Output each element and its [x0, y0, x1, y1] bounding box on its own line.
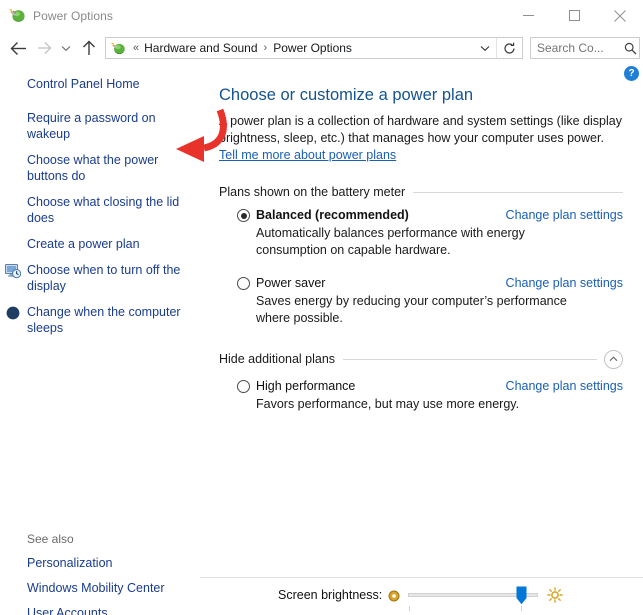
back-icon[interactable] [4, 34, 32, 62]
plan-high-performance[interactable]: High performance Change plan settings Fa… [237, 379, 623, 413]
sidebar-item-control-panel-home[interactable]: Control Panel Home [0, 76, 208, 92]
power-options-icon [9, 7, 26, 24]
plan-row: Balanced (recommended) Change plan setti… [237, 208, 623, 223]
breadcrumb-power-options-icon [111, 41, 126, 56]
section-header-battery-meter: Plans shown on the battery meter [219, 185, 623, 199]
address-bar[interactable]: « Hardware and Sound › Power Options [105, 37, 523, 59]
change-plan-settings-link-high-performance[interactable]: Change plan settings [506, 379, 623, 394]
change-plan-settings-link-balanced[interactable]: Change plan settings [506, 208, 623, 223]
radio-balanced[interactable] [237, 209, 250, 222]
plan-name: Power saver [256, 276, 326, 290]
power-options-window: Power Options « Hardware and Sound › Pow… [0, 0, 643, 615]
moon-sleep-icon [5, 305, 21, 321]
section-label: Plans shown on the battery meter [219, 185, 406, 199]
refresh-icon[interactable] [496, 38, 522, 58]
page-description-text: A power plan is a collection of hardware… [219, 114, 622, 145]
monitor-clock-icon [5, 263, 22, 279]
screen-brightness-label: Screen brightness: [278, 588, 383, 602]
radio-high-performance[interactable] [237, 380, 250, 393]
address-chevron-down-icon[interactable] [474, 38, 496, 58]
recent-locations-chevron-down-icon[interactable] [56, 34, 76, 62]
section-divider [343, 358, 597, 360]
sidebar-item-personalization[interactable]: Personalization [0, 555, 208, 571]
breadcrumb-separator-icon[interactable]: › [260, 42, 272, 54]
see-also-section: See also Personalization Windows Mobilit… [0, 532, 208, 615]
plan-power-saver[interactable]: Power saver Change plan settings Saves e… [237, 276, 623, 327]
sidebar-item-create-a-power-plan[interactable]: Create a power plan [0, 236, 208, 252]
sidebar-item-choose-when-to-turn-off-display[interactable]: Choose when to turn off the display [0, 262, 208, 294]
sidebar-item-choose-what-closing-lid-does[interactable]: Choose what closing the lid does [0, 194, 208, 226]
breadcrumb-item-power-options[interactable]: Power Options [271, 40, 354, 56]
change-plan-settings-link-power-saver[interactable]: Change plan settings [506, 276, 623, 291]
sidebar: Control Panel Home Require a password on… [0, 76, 208, 346]
brightness-high-icon [547, 587, 564, 603]
screen-brightness-control: Screen brightness: [278, 586, 564, 611]
plan-description: Favors performance, but may use more ene… [256, 397, 520, 411]
help-icon[interactable]: ? [624, 66, 639, 81]
plan-row: High performance Change plan settings [237, 379, 623, 394]
sidebar-item-change-when-computer-sleeps[interactable]: Change when the computer sleeps [0, 304, 208, 336]
tell-me-more-link[interactable]: Tell me more about power plans [219, 148, 396, 162]
plan-balanced[interactable]: Balanced (recommended) Change plan setti… [237, 208, 623, 259]
radio-power-saver[interactable] [237, 277, 250, 290]
breadcrumb-item-hardware-and-sound[interactable]: Hardware and Sound [142, 40, 259, 56]
sidebar-item-user-accounts[interactable]: User Accounts [0, 605, 208, 615]
search-box[interactable] [530, 37, 640, 59]
page-title: Choose or customize a power plan [219, 86, 474, 104]
plan-description: Saves energy by reducing your computer’s… [256, 294, 567, 325]
see-also-title: See also [27, 532, 74, 546]
brightness-low-icon [388, 589, 400, 602]
window-controls [505, 0, 643, 31]
main-content: Choose or customize a power plan A power… [219, 84, 623, 417]
slider-thumb[interactable] [516, 586, 527, 605]
plan-row: Power saver Change plan settings [237, 276, 623, 291]
plan-name: Balanced (recommended) [256, 208, 409, 222]
minimize-button[interactable] [505, 0, 551, 31]
plan-name: High performance [256, 379, 356, 393]
navigation-bar: « Hardware and Sound › Power Options [0, 33, 643, 63]
sidebar-item-windows-mobility-center[interactable]: Windows Mobility Center [0, 580, 208, 596]
search-icon[interactable] [621, 42, 639, 55]
sidebar-item-label: Change when the computer sleeps [27, 305, 181, 335]
section-header-additional-plans: Hide additional plans [219, 349, 623, 369]
forward-icon[interactable] [32, 34, 56, 62]
slider-tick-min [409, 606, 411, 611]
window-title: Power Options [33, 8, 114, 23]
section-divider [413, 191, 623, 193]
chevron-up-icon[interactable] [604, 349, 623, 369]
sidebar-item-require-password-on-wakeup[interactable]: Require a password on wakeup [0, 110, 208, 142]
plan-description: Automatically balances performance with … [256, 226, 525, 257]
search-input[interactable] [537, 41, 621, 55]
maximize-button[interactable] [551, 0, 597, 31]
up-icon[interactable] [76, 34, 102, 62]
bottom-divider [200, 577, 643, 578]
breadcrumb-prefix[interactable]: « [130, 42, 142, 54]
close-button[interactable] [597, 0, 643, 31]
section-label: Hide additional plans [219, 352, 336, 366]
sidebar-item-choose-what-power-buttons-do[interactable]: Choose what the power buttons do [0, 152, 208, 184]
slider-tick-max [521, 606, 523, 611]
sidebar-item-label: Choose when to turn off the display [27, 263, 181, 293]
brightness-slider[interactable] [408, 586, 539, 611]
title-bar: Power Options [0, 0, 643, 31]
page-description: A power plan is a collection of hardware… [219, 113, 623, 164]
